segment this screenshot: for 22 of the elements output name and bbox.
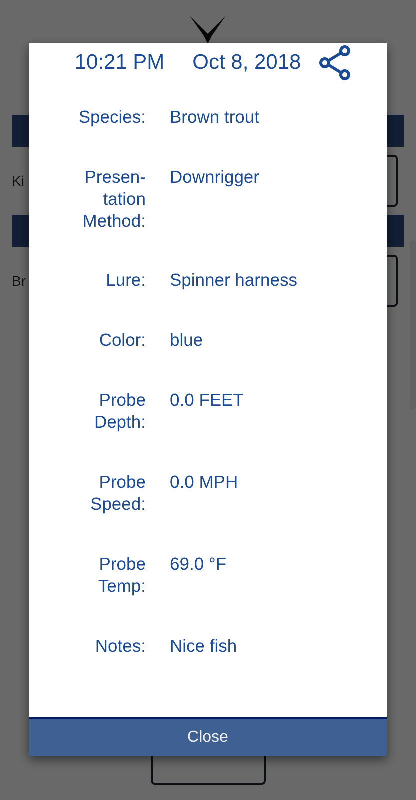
list-item-text: Ki	[12, 173, 24, 189]
list-item-text: Br	[12, 273, 26, 289]
field-label: Probe Speed:	[90, 471, 146, 516]
field-label: Species:	[78, 106, 146, 130]
share-icon[interactable]	[319, 44, 352, 80]
field-label: Probe Temp:	[97, 553, 146, 598]
field-value: 69.0 °F	[170, 553, 227, 576]
field-value: Nice fish	[170, 635, 238, 658]
date-text: Oct 8, 2018	[192, 50, 302, 74]
field-label: Color:	[98, 329, 146, 352]
field-label: Notes:	[94, 635, 146, 658]
close-button[interactable]: Close	[29, 717, 387, 756]
field-value: 0.0 FEET	[170, 389, 244, 412]
field-value: blue	[170, 329, 204, 352]
field-value: Spinner harness	[170, 269, 298, 292]
field-label: Probe Depth:	[93, 389, 146, 434]
time-text: 10:21 PM	[74, 50, 165, 74]
field-label: Lure:	[105, 269, 146, 292]
field-value: Brown trout	[170, 106, 260, 130]
field-label: Presen- tation Method:	[82, 166, 146, 234]
field-value: 0.0 MPH	[170, 471, 238, 494]
field-value: Downrigger	[170, 166, 260, 190]
